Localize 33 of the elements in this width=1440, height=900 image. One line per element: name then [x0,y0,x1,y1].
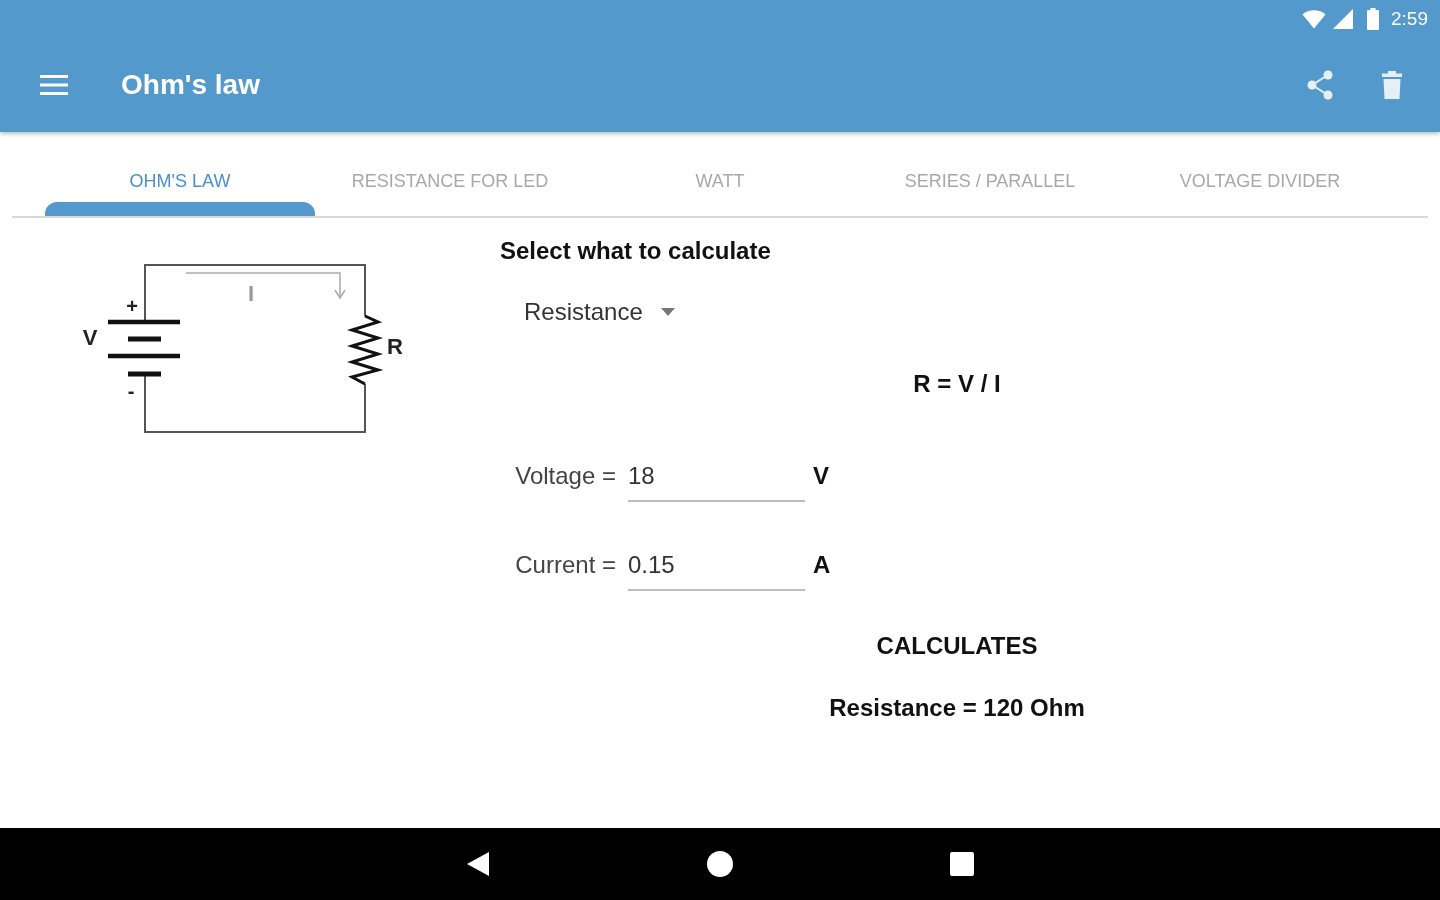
current-label: I [247,281,255,306]
quantity-dropdown[interactable]: Resistance [500,288,685,336]
battery-icon [1367,8,1379,30]
unit-label: A [813,550,831,580]
tab[interactable]: RESISTANCE FOR LED [315,132,585,216]
signal-icon [1333,9,1353,29]
tab[interactable]: OHM'S LAW [45,132,315,216]
unit-label: V [813,461,829,491]
tab[interactable]: VOLTAGE DIVIDER [1125,132,1395,216]
value-field[interactable]: 0.15 [628,547,805,591]
resistor-label: R [387,334,403,359]
minus-sign: - [127,380,135,402]
recents-icon [950,852,974,876]
trash-icon [1382,71,1402,99]
voltage-label: V [82,325,98,350]
status-time: 2:59 [1391,7,1428,31]
caret-icon [660,308,675,316]
field-label: Voltage = [514,461,616,491]
tab[interactable]: WATT [585,132,855,216]
app-title: Ohm's law [121,68,260,102]
value-field[interactable]: 18 [628,458,805,502]
result-text: Resistance = 120 Ohm [829,693,1085,723]
calculate-button[interactable]: CALCULATES [860,622,1054,670]
wifi-icon [1301,9,1327,29]
tab[interactable]: SERIES / PARALLEL [855,132,1125,216]
menu-icon [40,75,68,95]
formula-text: R = V / I [913,369,1001,399]
field-label: Current = [514,550,616,580]
share-icon [1306,70,1334,100]
section-heading: Select what to calculate [500,236,771,266]
plus-sign: + [126,295,138,317]
back-icon [467,852,489,876]
home-icon [707,851,733,877]
